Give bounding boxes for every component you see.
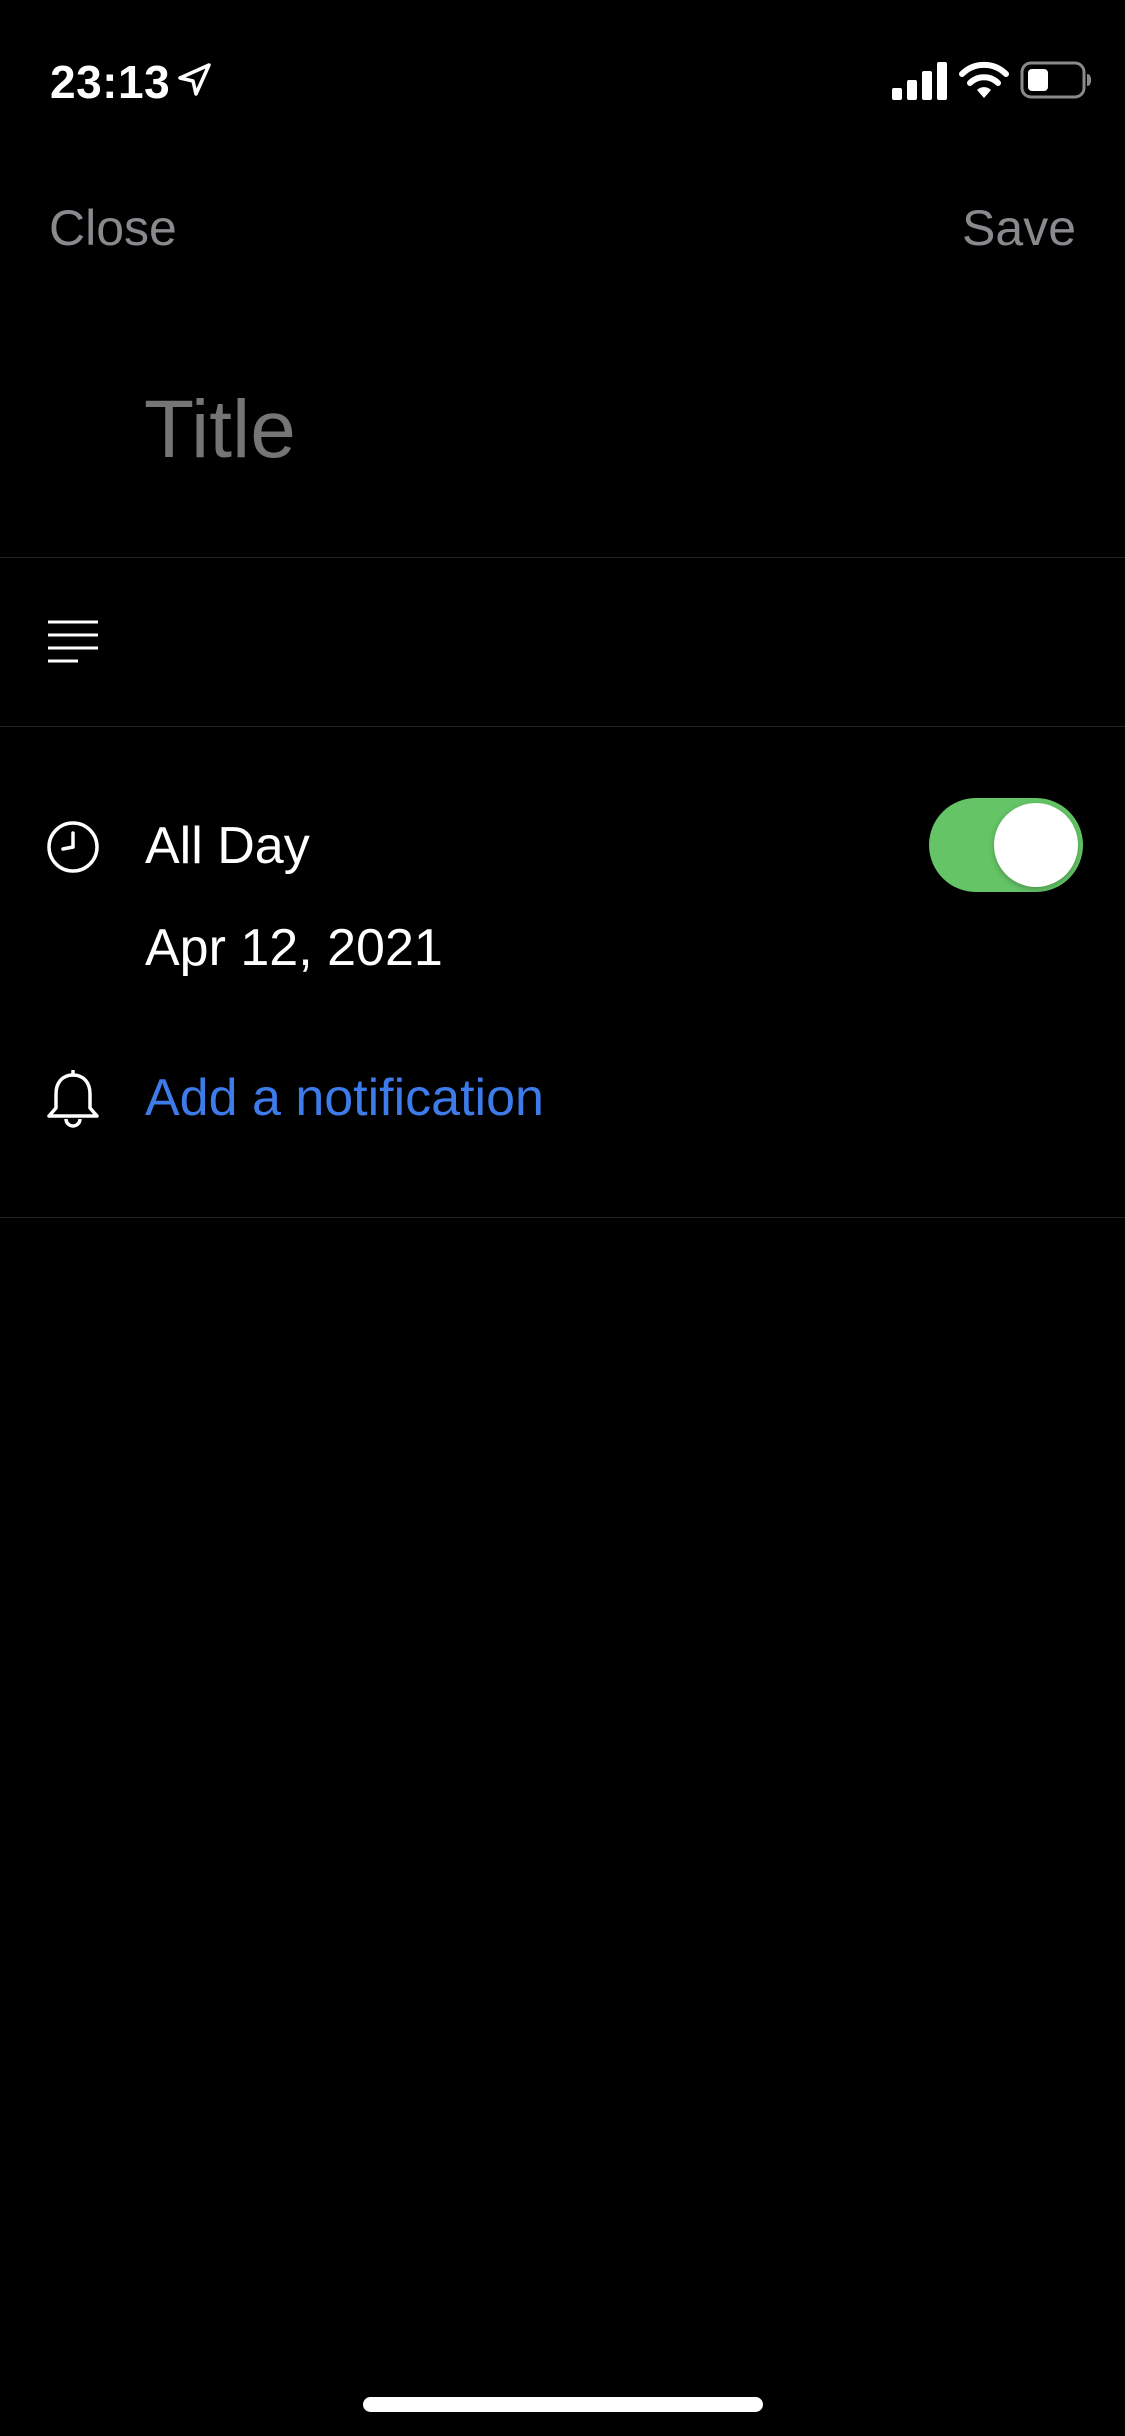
battery-icon (1020, 61, 1091, 99)
all-day-label: All Day (145, 817, 310, 875)
save-button[interactable]: Save (962, 198, 1076, 258)
location-arrow-icon (178, 63, 211, 96)
toggle-knob (994, 803, 1078, 887)
all-day-toggle[interactable] (929, 798, 1083, 892)
close-button[interactable]: Close (49, 198, 177, 258)
home-indicator[interactable] (363, 2397, 763, 2412)
notes-row[interactable] (0, 558, 1125, 726)
clock-icon (47, 821, 99, 873)
wifi-icon (959, 61, 1009, 98)
cellular-signal-icon (892, 62, 947, 100)
notes-lines-icon (48, 620, 98, 663)
section-divider (0, 1217, 1125, 1218)
notes-divider (0, 726, 1125, 727)
title-input[interactable] (144, 380, 1044, 480)
date-value[interactable]: Apr 12, 2021 (145, 916, 443, 980)
status-time: 23:13 (50, 56, 171, 108)
add-notification-link[interactable]: Add a notification (145, 1066, 544, 1130)
bell-icon (47, 1070, 99, 1128)
